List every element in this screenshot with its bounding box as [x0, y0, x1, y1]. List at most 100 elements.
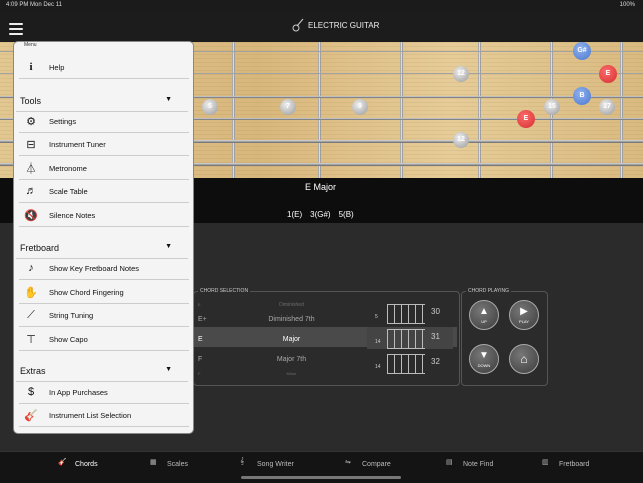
fret-marker: 17 [599, 99, 615, 115]
page-title: ELECTRIC GUITAR [308, 20, 380, 30]
menu-item-show-capo[interactable]: ⊤ Show Capo [19, 328, 189, 351]
home-button[interactable]: ⌂ [509, 344, 539, 374]
triangle-up-icon: ▲ [479, 306, 489, 317]
status-time: 4:09 PM Mon Dec 11 [6, 2, 62, 8]
tab-label: Fretboard [559, 460, 590, 468]
play-button[interactable]: ▶ PLAY [509, 300, 539, 330]
chord-diagram-selected[interactable]: 14 31 [367, 327, 453, 349]
interval: 1(E) [287, 210, 303, 219]
chord-type-selected[interactable]: Major [224, 330, 359, 350]
music-notes-icon: ♬ [25, 185, 37, 197]
root-option[interactable]: F [198, 350, 222, 370]
chord-diagram[interactable]: 14 32 [367, 352, 453, 374]
play-label: PLAY [519, 319, 529, 324]
diagram-fret: 5 [375, 314, 378, 320]
root-option[interactable]: E [198, 300, 222, 310]
menu-item-label: Show Chord Fingering [49, 287, 124, 297]
fretboard-icon: ▥ [542, 459, 549, 466]
menu-item-scale-table[interactable]: ♬ Scale Table [19, 180, 189, 203]
chord-selection-label: CHORD SELECTION [198, 288, 251, 294]
fret-marker: 15 [544, 99, 560, 115]
menu-item-metronome[interactable]: ⏃ Metronome [19, 157, 189, 180]
fret-marker: 12 [453, 66, 469, 82]
down-label: DOWN [477, 363, 491, 368]
top-bar: ELECTRIC GUITAR [0, 12, 643, 42]
home-icon: ⌂ [520, 352, 528, 366]
status-bar: 4:09 PM Mon Dec 11 100% [0, 0, 643, 12]
chord-diagram[interactable]: 5 30 [367, 302, 453, 324]
up-label: UP [481, 319, 487, 324]
chord-type-option[interactable]: Minor [224, 370, 359, 378]
diagram-fret: 14 [375, 339, 381, 345]
menu-item-silence-notes[interactable]: 🔇 Silence Notes [19, 204, 189, 227]
home-indicator[interactable] [241, 476, 401, 479]
section-title: Extras [20, 366, 46, 376]
triangle-down-icon: ▼ [165, 243, 172, 250]
tab-chords[interactable]: 🎸 Chords [58, 458, 98, 470]
tab-label: Chords [75, 460, 98, 468]
menu-item-instrument-list[interactable]: 🎸 Instrument List Selection [19, 404, 189, 427]
fret-marker: 12 [453, 132, 469, 148]
tab-label: Note Find [463, 460, 494, 468]
music-note-icon: ♪ [28, 262, 34, 274]
chord-type-option[interactable]: Diminished [224, 300, 359, 310]
diagram-number: 32 [431, 357, 440, 366]
menu-item-in-app-purchases[interactable]: $ In App Purchases [19, 381, 189, 404]
chord-type-picker[interactable]: Diminished Diminished 7th Major Major 7t… [224, 300, 359, 378]
menu-item-label: Settings [49, 116, 77, 126]
menu-item-show-key-notes[interactable]: ♪ Show Key Fretboard Notes [19, 257, 189, 280]
menu-item-string-tuning[interactable]: ⟋ String Tuning [19, 304, 189, 327]
root-option-selected[interactable]: E [198, 330, 222, 350]
triangle-down-icon: ▼ [165, 366, 172, 373]
chord-diagram-picker[interactable]: 5 30 14 31 14 32 [367, 302, 453, 378]
menu-section-tools[interactable]: Tools ▼ [16, 91, 188, 112]
root-option[interactable]: F [198, 370, 222, 378]
fret-note[interactable]: E [599, 65, 617, 83]
chord-intervals: 1(E) 3(G#) 5(B) [287, 210, 354, 219]
speaker-mute-icon: 🔇 [24, 209, 38, 222]
info-icon: i [29, 61, 33, 73]
fret-note[interactable]: G# [573, 42, 591, 60]
menu-item-label: Instrument Tuner [49, 139, 106, 149]
metronome-icon: ⏃ [25, 163, 37, 175]
menu-item-label: String Tuning [49, 310, 94, 320]
tab-compare[interactable]: ⇋ Compare [345, 458, 391, 470]
menu-item-settings[interactable]: ⚙ Settings [19, 110, 189, 133]
scale-grid-icon: ▦ [150, 459, 157, 466]
note-grid-icon: ▤ [446, 459, 453, 466]
menu-section-extras[interactable]: Extras ▼ [16, 361, 188, 382]
chord-playing-panel: CHORD PLAYING ▲ UP ▶ PLAY ▼ DOWN ⌂ [461, 288, 548, 386]
fret-note[interactable]: E [517, 110, 535, 128]
menu-item-help[interactable]: i Help [19, 56, 189, 79]
chord-playing-label: CHORD PLAYING [466, 288, 512, 294]
battery-level: 100% [619, 2, 635, 8]
fret-note[interactable]: B [573, 87, 591, 105]
menu-item-label: Show Capo [49, 334, 88, 344]
up-button[interactable]: ▲ UP [469, 300, 499, 330]
app-title: ELECTRIC GUITAR [292, 18, 379, 32]
gear-icon: ⚙ [26, 115, 36, 128]
menu-section-fretboard[interactable]: Fretboard ▼ [16, 238, 188, 259]
menu-item-label: Instrument List Selection [49, 410, 132, 420]
fret-marker: 9 [352, 99, 368, 115]
menu-hamburger-icon[interactable] [9, 23, 23, 35]
guitar-icon [292, 18, 304, 32]
chord-type-option[interactable]: Major 7th [224, 350, 359, 370]
guitar-body-icon: 🎸 [58, 459, 67, 466]
tab-scales[interactable]: ▦ Scales [150, 458, 188, 470]
compare-icon: ⇋ [345, 459, 351, 466]
chord-type-option[interactable]: Diminished 7th [224, 310, 359, 330]
root-option[interactable]: E+ [198, 310, 222, 330]
section-title: Fretboard [20, 243, 60, 253]
hand-icon: ✋ [24, 286, 38, 299]
guitar-icon: 🎸 [24, 409, 38, 422]
tab-fretboard[interactable]: ▥ Fretboard [542, 458, 589, 470]
menu-item-chord-fingering[interactable]: ✋ Show Chord Fingering [19, 281, 189, 304]
down-button[interactable]: ▼ DOWN [469, 344, 499, 374]
diagram-number: 30 [431, 307, 440, 316]
tab-label: Song Writer [257, 460, 294, 468]
root-picker[interactable]: E E+ E F F [198, 300, 222, 378]
tab-song-writer[interactable]: 𝄞 Song Writer [240, 458, 294, 470]
menu-item-tuner[interactable]: ⊟ Instrument Tuner [19, 133, 189, 156]
tab-note-find[interactable]: ▤ Note Find [446, 458, 493, 470]
